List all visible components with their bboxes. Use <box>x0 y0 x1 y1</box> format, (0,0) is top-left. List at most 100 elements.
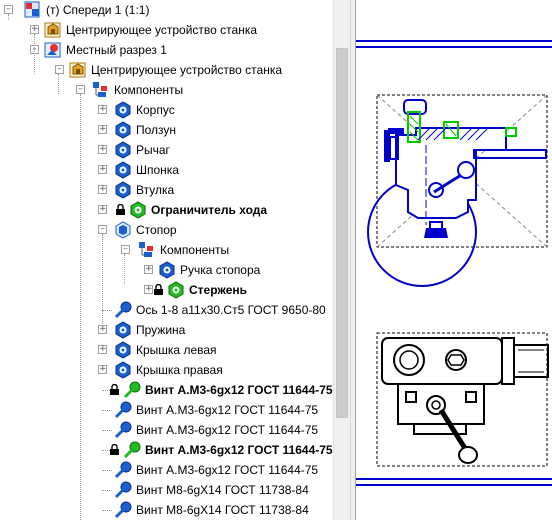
tree-item-label: Стержень <box>189 283 248 297</box>
expand-toggle[interactable]: + <box>98 345 107 354</box>
tree-item-label: Шпонка <box>136 163 179 177</box>
tree-item-label: Винт А.М3-6gx12 ГОСТ 11644-75 <box>145 383 333 397</box>
part-icon <box>114 121 132 139</box>
expand-toggle[interactable]: + <box>98 365 107 374</box>
tree-item[interactable]: Винт А.М3-6gx12 ГОСТ 11644-75 <box>0 380 333 400</box>
tree-scrollbar[interactable] <box>333 0 350 520</box>
expand-toggle[interactable]: + <box>144 265 153 274</box>
tree-item-label: Втулка <box>136 183 175 197</box>
tree-item[interactable]: – (т) Спереди 1 (1:1) <box>0 0 333 20</box>
part-icon <box>114 361 132 379</box>
tree-item-label: Местный разрез 1 <box>66 43 167 57</box>
expand-toggle[interactable]: + <box>98 105 107 114</box>
fastener-icon-green <box>123 381 141 399</box>
fastener-icon <box>114 301 132 319</box>
tree-item[interactable]: – Местный разрез 1 <box>0 40 333 60</box>
tree-item-label: Крышка правая <box>136 363 223 377</box>
expand-toggle[interactable]: + <box>98 145 107 154</box>
tree-item[interactable]: + Пружина <box>0 320 333 340</box>
collapse-toggle[interactable]: – <box>76 85 85 94</box>
fastener-icon <box>114 461 132 479</box>
expand-toggle[interactable]: + <box>98 165 107 174</box>
expand-toggle[interactable]: + <box>30 25 39 34</box>
tree-connector <box>102 490 112 491</box>
collapse-toggle[interactable]: – <box>98 225 107 234</box>
tree-connector <box>102 410 112 411</box>
feature-tree[interactable]: – (т) Спереди 1 (1:1) + Центрирующее устрой… <box>0 0 333 520</box>
tree-guide-line <box>80 94 81 520</box>
tree-item[interactable]: – Центрирующее устройство станка <box>0 60 333 80</box>
view-icon <box>24 1 42 19</box>
collapse-toggle[interactable]: – <box>121 245 130 254</box>
subassembly-icon <box>114 221 132 239</box>
expand-toggle[interactable]: + <box>98 185 107 194</box>
tree-item[interactable]: Винт А.М3-6gx12 ГОСТ 11644-75 <box>0 440 333 460</box>
tree-item-label: Винт М8-6gX14 ГОСТ 11738-84 <box>136 483 309 497</box>
collapse-toggle[interactable]: – <box>55 65 64 74</box>
drawing-canvas <box>356 40 552 486</box>
tree-item-label: Пружина <box>136 323 186 337</box>
part-icon <box>114 341 132 359</box>
expand-toggle[interactable]: + <box>144 285 153 294</box>
drawing-sheet[interactable] <box>356 0 552 520</box>
tree-connector <box>102 310 112 311</box>
tree-guide-line <box>102 234 103 330</box>
tree-item[interactable]: Ось 1-8 а11х30.Ст5 ГОСТ 9650-80 <box>0 300 333 320</box>
tree-item[interactable]: + Крышка левая <box>0 340 333 360</box>
fastener-icon-green <box>123 441 141 459</box>
tree-item-label: Ползун <box>136 123 177 137</box>
tree-item[interactable]: + Центрирующее устройство станка <box>0 20 333 40</box>
tree-item-label: (т) Спереди 1 (1:1) <box>46 3 150 17</box>
tree-item[interactable]: + Рычаг <box>0 140 333 160</box>
tree-item[interactable]: + Ползун <box>0 120 333 140</box>
fastener-icon <box>114 401 132 419</box>
part-icon-green <box>129 201 147 219</box>
tree-guide-line <box>8 14 9 20</box>
tree-item[interactable]: Винт М8-6gX14 ГОСТ 11738-84 <box>0 500 333 520</box>
tree-guide-line <box>58 74 59 94</box>
lock-icon <box>109 443 121 456</box>
tree-item[interactable]: + Втулка <box>0 180 333 200</box>
tree-item[interactable]: Винт М8-6gX14 ГОСТ 11738-84 <box>0 480 333 500</box>
tree-item-label: Рычаг <box>136 143 170 157</box>
tree-item[interactable]: + Ограничитель хода <box>0 200 333 220</box>
tree-item[interactable]: Винт А.М3-6gx12 ГОСТ 11644-75 <box>0 460 333 480</box>
lock-icon <box>115 203 127 216</box>
tree-item[interactable]: – Стопор <box>0 220 333 240</box>
section-icon <box>44 41 62 59</box>
tree-item-label: Центрирующее устройство станка <box>91 63 283 77</box>
tree-item-label: Ограничитель хода <box>151 203 268 217</box>
tree-item[interactable]: + Стержень <box>0 280 333 300</box>
tree-item[interactable]: – Компоненты <box>0 80 333 100</box>
tree-connector <box>102 470 112 471</box>
lock-icon <box>109 383 121 396</box>
collapse-toggle[interactable]: – <box>4 5 13 14</box>
tree-item-label: Компоненты <box>160 243 230 257</box>
tree-item[interactable]: Винт А.М3-6gx12 ГОСТ 11644-75 <box>0 400 333 420</box>
tree-item-label: Винт А.М3-6gx12 ГОСТ 11644-75 <box>136 463 319 477</box>
tree-item[interactable]: + Крышка правая <box>0 360 333 380</box>
tree-item-label: Винт А.М3-6gx12 ГОСТ 11644-75 <box>145 443 333 457</box>
components-icon <box>138 241 156 259</box>
tree-guide-line <box>124 254 125 284</box>
part-icon <box>114 181 132 199</box>
tree-item-label: Винт А.М3-6gx12 ГОСТ 11644-75 <box>136 423 319 437</box>
part-icon <box>114 101 132 119</box>
tree-item[interactable]: + Шпонка <box>0 160 333 180</box>
part-icon <box>114 321 132 339</box>
tree-item-label: Винт А.М3-6gx12 ГОСТ 11644-75 <box>136 403 319 417</box>
tree-connector <box>102 510 112 511</box>
tree-item[interactable]: Винт А.М3-6gx12 ГОСТ 11644-75 <box>0 420 333 440</box>
tree-item[interactable]: + Корпус <box>0 100 333 120</box>
tree-item[interactable]: – Компоненты <box>0 240 333 260</box>
expand-toggle[interactable]: + <box>98 125 107 134</box>
scrollbar-thumb[interactable] <box>336 48 348 418</box>
tree-item[interactable]: + Ручка стопора <box>0 260 333 280</box>
part-icon <box>114 141 132 159</box>
part-icon-green <box>167 281 185 299</box>
part-icon <box>158 261 176 279</box>
expand-toggle[interactable]: + <box>98 205 107 214</box>
tree-item-label: Ось 1-8 а11х30.Ст5 ГОСТ 9650-80 <box>136 303 326 317</box>
view-front-section <box>367 94 548 287</box>
fastener-icon <box>114 481 132 499</box>
